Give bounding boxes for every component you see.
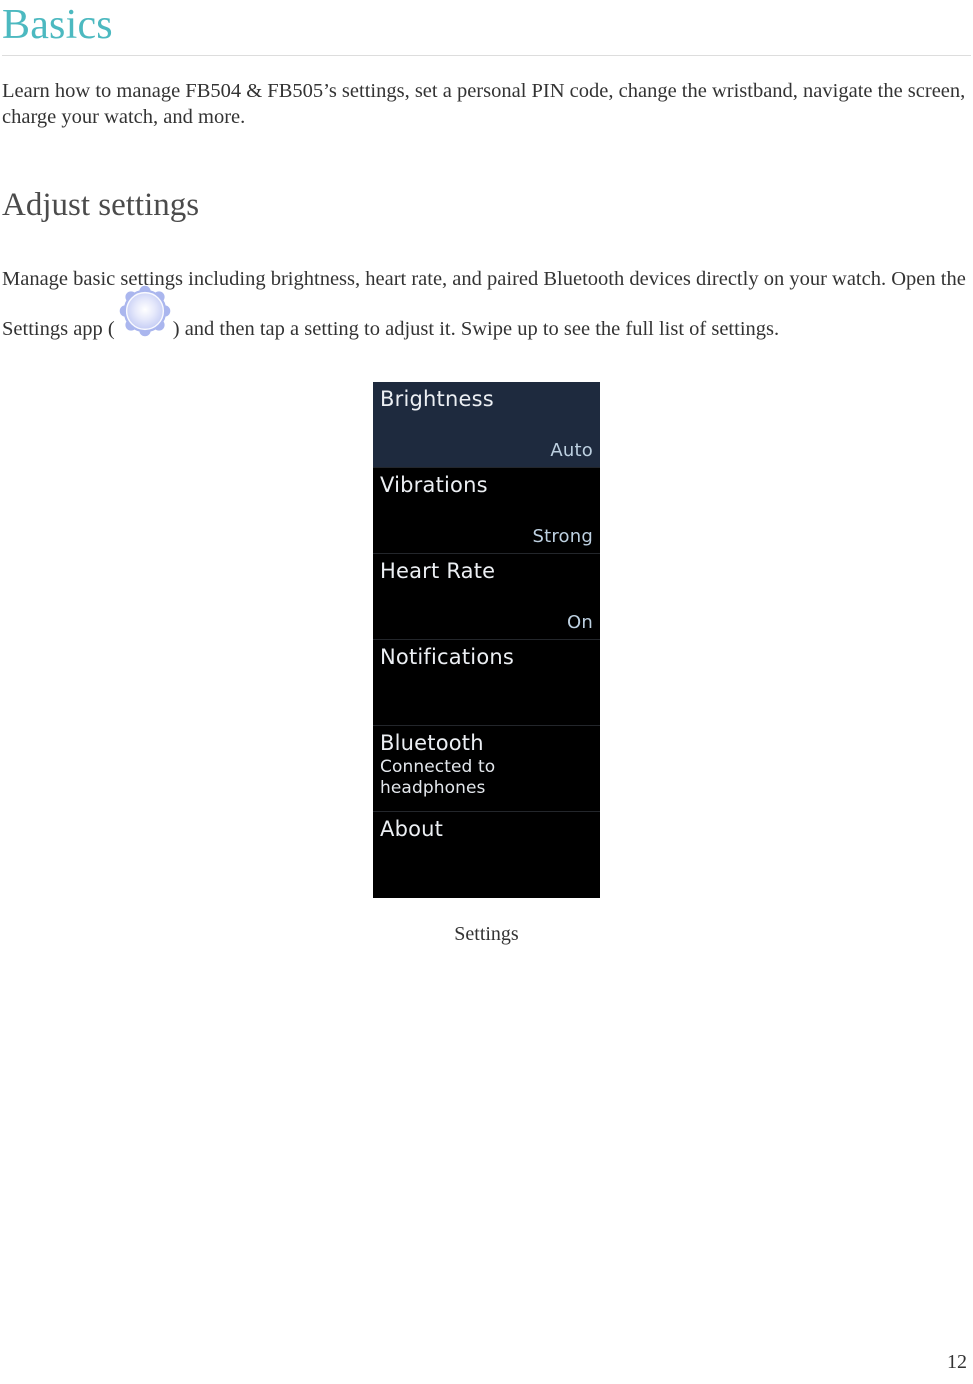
settings-row-value: On [567, 612, 593, 633]
settings-row-title: Notifications [380, 645, 515, 669]
figure-caption: Settings [454, 923, 519, 945]
document-page: Basics Learn how to manage FB504 & FB505… [0, 0, 973, 1384]
settings-row-heart-rate[interactable]: Heart Rate On [373, 554, 600, 640]
settings-gear-icon [115, 285, 173, 336]
settings-row-bluetooth[interactable]: Bluetooth Connected to headphones [373, 726, 600, 812]
settings-row-value: Strong [532, 526, 593, 547]
settings-row-title: About [380, 817, 444, 841]
intro-paragraph: Learn how to manage FB504 & FB505’s sett… [2, 80, 966, 128]
paragraph-text-after-icon: ) and then tap a setting to adjust it. S… [172, 318, 780, 340]
page-number: 12 [947, 1351, 967, 1373]
figure-spacer [2, 354, 971, 382]
settings-row-brightness[interactable]: Brightness Auto [373, 382, 600, 468]
settings-row-notifications[interactable]: Notifications [373, 640, 600, 726]
settings-row-about[interactable]: About [373, 812, 600, 898]
settings-figure: Brightness Auto Vibrations Strong Heart … [2, 382, 971, 946]
watch-settings-screen: Brightness Auto Vibrations Strong Heart … [373, 382, 600, 898]
title-divider [2, 55, 971, 56]
settings-row-title: Brightness [380, 387, 494, 411]
settings-row-subtitle: Connected to headphones [380, 757, 496, 798]
settings-row-value: Auto [550, 440, 593, 461]
settings-row-vibrations[interactable]: Vibrations Strong [373, 468, 600, 554]
section-paragraph: Manage basic settings including brightne… [2, 254, 971, 354]
settings-row-title: Heart Rate [380, 559, 496, 583]
settings-row-title: Bluetooth [380, 731, 484, 755]
page-title: Basics [2, 2, 113, 48]
settings-row-title: Vibrations [380, 473, 488, 497]
section-heading: Adjust settings [2, 187, 200, 223]
